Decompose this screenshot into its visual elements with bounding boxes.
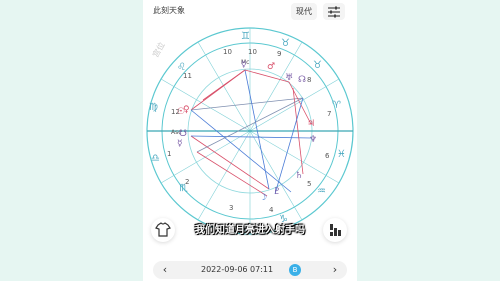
moon-icon: ☽ bbox=[259, 193, 267, 203]
mercury-retrograde-icon: ☿ bbox=[241, 60, 247, 70]
south-node-icon: ☋ bbox=[179, 129, 187, 139]
datetime-badge[interactable]: B bbox=[289, 264, 301, 276]
page-title: 此刻天象 bbox=[153, 6, 185, 15]
layout-button[interactable] bbox=[323, 218, 347, 242]
taurus-2-icon: ♉ bbox=[313, 60, 322, 71]
true-node-icon: ☊ bbox=[298, 75, 306, 85]
house-number: 10 bbox=[223, 48, 232, 56]
next-date-button[interactable]: › bbox=[325, 261, 345, 279]
date-navigator: ‹ 2022-09-06 07:11 B › bbox=[153, 261, 347, 279]
previous-date-button[interactable]: ‹ bbox=[155, 261, 175, 279]
libra-icon: ♎ bbox=[151, 153, 160, 164]
house-number: 4 bbox=[269, 206, 274, 214]
virgo-icon: ♍ bbox=[149, 102, 158, 113]
jupiter-icon: ♃ bbox=[307, 119, 315, 129]
house-number: 6 bbox=[325, 152, 330, 160]
aquarius-icon: ♒ bbox=[317, 186, 326, 197]
current-datetime[interactable]: 2022-09-06 07:11 bbox=[201, 265, 273, 274]
gemini-icon: ♊ bbox=[241, 31, 250, 42]
house-number: 5 bbox=[307, 180, 311, 188]
house-watermark: 宫位 bbox=[150, 40, 167, 59]
house-number: 10 bbox=[248, 48, 257, 56]
house-number: 2 bbox=[185, 178, 189, 186]
sliders-icon bbox=[328, 6, 340, 18]
natal-chart-wheel[interactable]: 宫位 ♊ ♉ ♉ ♈ ♓ ♒ ♑ ♐ ♏ ♎ ♍ ♌ 10 10 11 12 1… bbox=[143, 24, 357, 238]
house-number: 1 bbox=[167, 150, 171, 158]
left-backdrop bbox=[0, 0, 143, 281]
sun-icon: ☉ bbox=[177, 107, 185, 117]
mars-icon: ♂ bbox=[267, 62, 275, 72]
house-number: 8 bbox=[307, 76, 311, 84]
house-number: 3 bbox=[229, 204, 233, 212]
video-subtitle: 我们知道月亮进入射手吗 bbox=[195, 225, 305, 236]
house-number: 7 bbox=[327, 110, 331, 118]
taurus-icon: ♉ bbox=[281, 38, 290, 49]
app-screen: 此刻天象 现代 宫位 ♊ ♉ ♉ ♈ ♓ ♒ ♑ ♐ ♏ ♎ ♍ ♌ 10 10… bbox=[143, 0, 357, 281]
pluto-icon: ♇ bbox=[273, 187, 281, 197]
settings-filter-button[interactable] bbox=[323, 3, 345, 20]
top-bar: 此刻天象 现代 bbox=[143, 0, 357, 24]
right-backdrop bbox=[357, 0, 500, 281]
house-number: 9 bbox=[277, 50, 281, 58]
uranus-icon: ♅ bbox=[285, 73, 293, 83]
aries-icon: ♈ bbox=[332, 100, 341, 111]
mercury-icon: ☿ bbox=[177, 139, 183, 149]
grid-icon bbox=[330, 224, 341, 236]
house-number: 11 bbox=[183, 72, 192, 80]
mode-toggle-button[interactable]: 现代 bbox=[291, 3, 317, 20]
saturn-icon: ♄ bbox=[295, 171, 303, 181]
pisces-icon: ♓ bbox=[337, 149, 346, 160]
neptune-icon: ♆ bbox=[309, 135, 317, 145]
